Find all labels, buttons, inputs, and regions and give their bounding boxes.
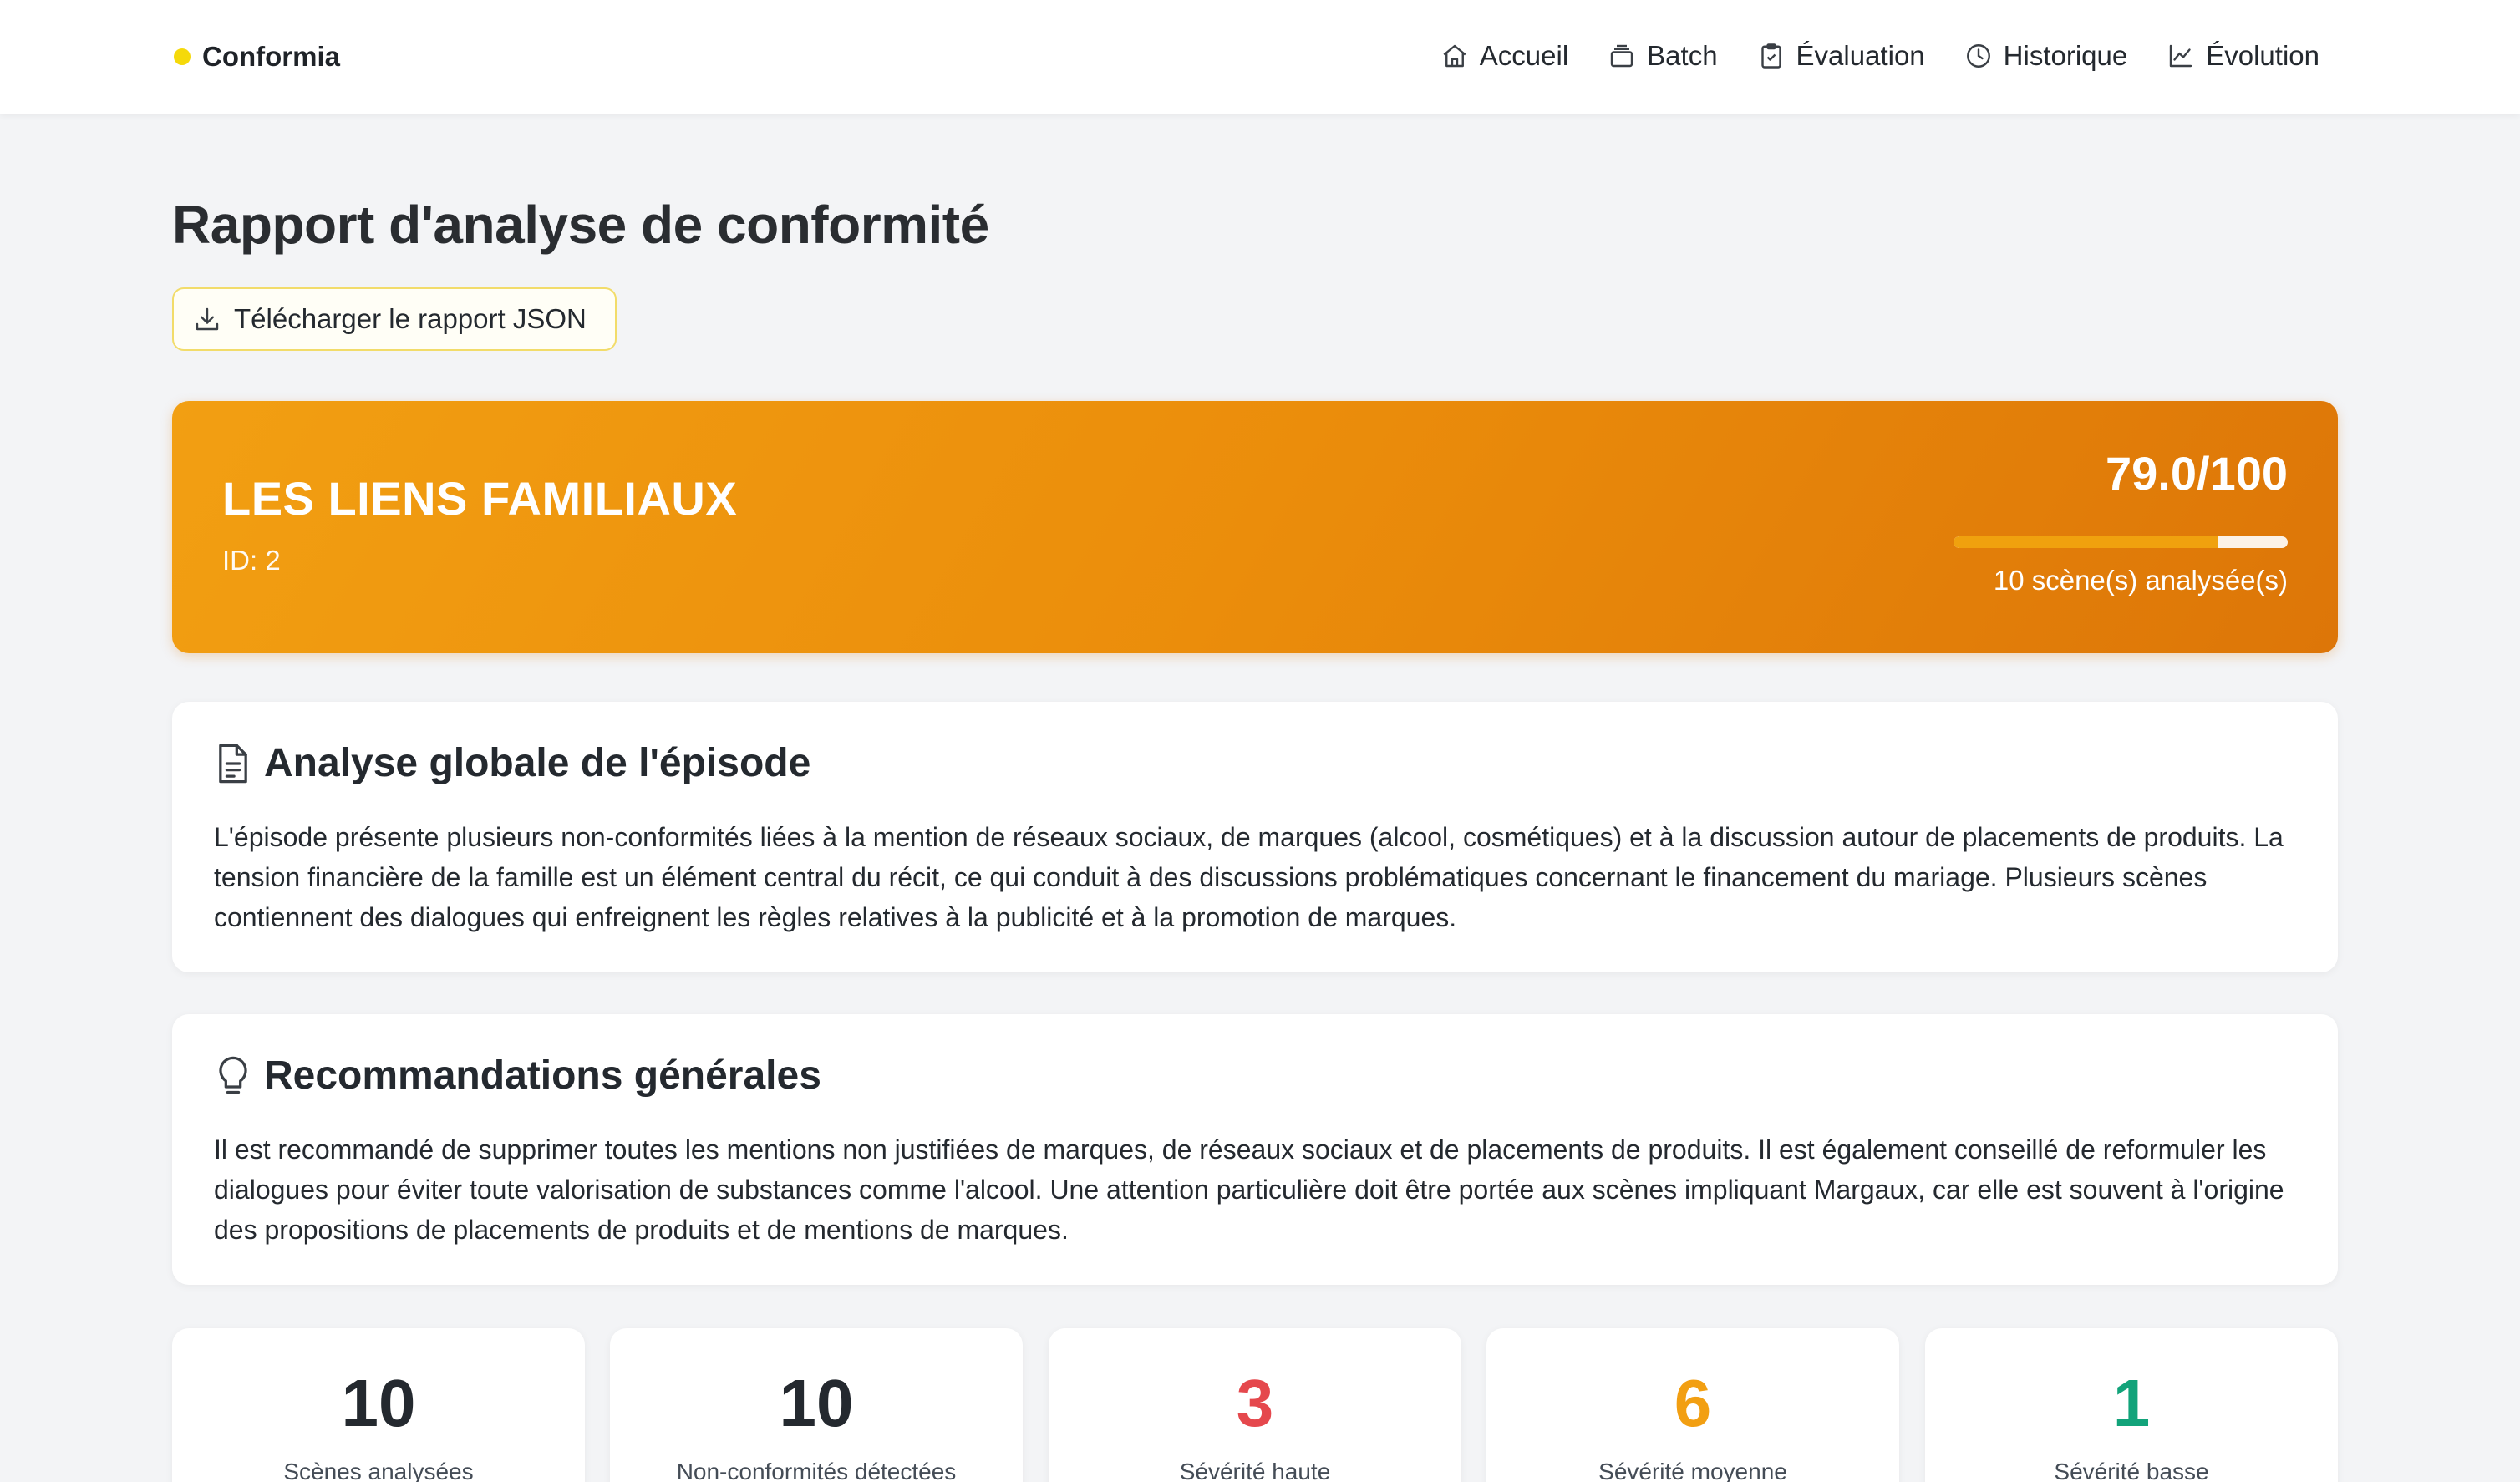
main-nav: Accueil Batch Évaluation Historique Évol… xyxy=(1440,30,2319,82)
stats-row: 10 Scènes analysées 10 Non-conformités d… xyxy=(172,1328,2338,1482)
nav-item-accueil[interactable]: Accueil xyxy=(1440,40,1568,72)
episode-id: ID: 2 xyxy=(222,545,281,576)
stat-value: 3 xyxy=(1236,1366,1274,1440)
stat-label: Non-conformités détectées xyxy=(676,1459,957,1482)
score-progress-bar xyxy=(1954,536,2288,548)
nav-item-evolution[interactable]: Évolution xyxy=(2166,40,2319,72)
page-title: Rapport d'analyse de conformité xyxy=(172,195,989,255)
score-progress-fill xyxy=(1954,536,2218,548)
download-json-button[interactable]: Télécharger le rapport JSON xyxy=(172,287,617,351)
compliance-score: 79.0/100 xyxy=(2106,447,2288,500)
stat-value: 6 xyxy=(1674,1366,1712,1440)
recommendations-card: Recommandations générales Il est recomma… xyxy=(172,1014,2338,1285)
stat-label: Sévérité haute xyxy=(1179,1459,1331,1482)
lightbulb-icon xyxy=(219,1056,247,1094)
card-header: Analyse globale de l'épisode xyxy=(214,740,810,786)
card-title: Analyse globale de l'épisode xyxy=(264,741,811,785)
stat-card-scenes: 10 Scènes analysées xyxy=(172,1328,585,1482)
home-icon xyxy=(1443,44,1466,68)
stat-label: Scènes analysées xyxy=(283,1459,474,1482)
nav-label: Évaluation xyxy=(1796,40,1925,71)
clock-icon xyxy=(1966,44,1990,68)
nav-item-evaluation[interactable]: Évaluation xyxy=(1756,40,1925,72)
stat-value: 10 xyxy=(779,1366,854,1440)
stat-card-severity-high: 3 Sévérité haute xyxy=(1049,1328,1461,1482)
stat-card-severity-medium: 6 Sévérité moyenne xyxy=(1486,1328,1899,1482)
global-analysis-card: Analyse globale de l'épisode L'épisode p… xyxy=(172,702,2338,972)
nav-label: Accueil xyxy=(1479,40,1569,71)
brand-name: Conformia xyxy=(202,41,340,72)
brand-dot-icon xyxy=(174,48,191,65)
scenes-analyzed-count: 10 scène(s) analysée(s) xyxy=(1993,565,2288,596)
nav-item-historique[interactable]: Historique xyxy=(1964,40,2128,72)
episode-score-banner: LES LIENS FAMILIAUX ID: 2 79.0/100 10 sc… xyxy=(172,401,2338,653)
clipboard-check-icon xyxy=(1760,43,1781,69)
stat-label: Sévérité basse xyxy=(2054,1459,2209,1482)
stat-value: 10 xyxy=(341,1366,416,1440)
document-icon xyxy=(219,744,247,783)
brand-logo[interactable]: Conformia xyxy=(174,37,340,77)
nav-label: Batch xyxy=(1647,40,1718,71)
nav-item-batch[interactable]: Batch xyxy=(1607,40,1718,72)
analysis-text: L'épisode présente plusieurs non-conform… xyxy=(214,822,2284,932)
download-button-label: Télécharger le rapport JSON xyxy=(234,303,587,334)
nav-label: Évolution xyxy=(2206,40,2319,71)
nav-label: Historique xyxy=(2003,40,2128,71)
stat-card-severity-low: 1 Sévérité basse xyxy=(1925,1328,2338,1482)
stat-card-nonconformities: 10 Non-conformités détectées xyxy=(610,1328,1023,1482)
download-icon xyxy=(196,307,219,331)
top-navigation-bar: Conformia Accueil Batch Évaluation Histo… xyxy=(0,0,2520,114)
card-header: Recommandations générales xyxy=(214,1053,821,1099)
recommendations-text: Il est recommandé de supprimer toutes le… xyxy=(214,1134,2284,1245)
episode-title: LES LIENS FAMILIAUX xyxy=(222,472,738,525)
card-title: Recommandations générales xyxy=(264,1053,821,1098)
stat-label: Sévérité moyenne xyxy=(1598,1459,1787,1482)
chart-line-icon xyxy=(2170,44,2192,68)
stat-value: 1 xyxy=(2112,1366,2151,1440)
layers-icon xyxy=(1610,44,1633,68)
